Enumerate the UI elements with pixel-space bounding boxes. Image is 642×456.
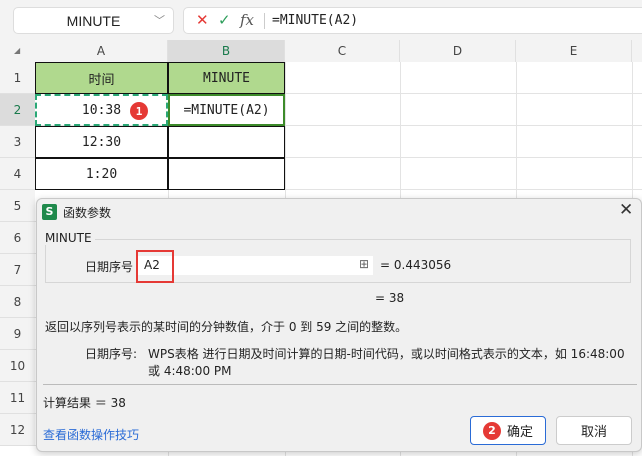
dialog-title: 函数参数 bbox=[63, 206, 112, 220]
cell-a2-value: 10:38 bbox=[81, 102, 122, 118]
column-header-a[interactable]: A bbox=[35, 40, 168, 62]
row-header-1[interactable]: 1 bbox=[0, 62, 35, 94]
cell-a1[interactable]: 时间 bbox=[35, 62, 168, 94]
calculation-result: 计算结果 ＝ 38 bbox=[43, 396, 126, 410]
row-header-12[interactable]: 12 bbox=[0, 414, 35, 446]
cell-a4[interactable]: 1:20 bbox=[35, 158, 168, 190]
cancel-button[interactable]: 取消 bbox=[556, 416, 632, 445]
cell-b4[interactable] bbox=[168, 158, 285, 190]
cell-a2[interactable]: 10:38 1 bbox=[35, 94, 168, 126]
cell-b2[interactable]: =MINUTE(A2) bbox=[168, 94, 285, 126]
step-badge-2: 2 bbox=[482, 421, 501, 440]
cell-a3[interactable]: 12:30 bbox=[35, 126, 168, 158]
column-header-bar: ◢ A B C D E bbox=[0, 40, 642, 62]
column-header-e[interactable]: E bbox=[516, 40, 632, 62]
row-header-9[interactable]: 9 bbox=[0, 318, 35, 350]
cell-b1[interactable]: MINUTE bbox=[168, 62, 285, 94]
row-header-3[interactable]: 3 bbox=[0, 126, 35, 158]
formula-result: = 38 bbox=[375, 291, 405, 305]
row-header-2[interactable]: 2 bbox=[0, 94, 35, 126]
select-all-icon[interactable]: ◢ bbox=[14, 46, 20, 55]
range-select-icon[interactable]: ⊞ bbox=[359, 257, 369, 271]
cancel-icon[interactable]: ✕ bbox=[196, 11, 209, 29]
divider bbox=[43, 384, 637, 385]
ok-label: 确定 bbox=[506, 425, 533, 440]
column-header-b[interactable]: B bbox=[168, 40, 285, 62]
confirm-icon[interactable]: ✓ bbox=[218, 11, 231, 29]
argument-result: = 0.443056 bbox=[380, 258, 452, 272]
function-arguments-dialog: S 函数参数 ✕ MINUTE 日期序号 A2 ⊞ = 0.443056 = 3… bbox=[36, 198, 642, 452]
wps-sheet-icon: S bbox=[42, 204, 57, 220]
row-header-11[interactable]: 11 bbox=[0, 382, 35, 414]
close-icon[interactable]: ✕ bbox=[619, 200, 633, 220]
column-header-c[interactable]: C bbox=[285, 40, 400, 62]
name-box-value: MINUTE bbox=[66, 12, 121, 29]
parameter-description-2: 或 4:48:00 PM bbox=[148, 364, 232, 378]
row-header-10[interactable]: 10 bbox=[0, 350, 35, 382]
row-header-4[interactable]: 4 bbox=[0, 158, 35, 190]
parameter-description: WPS表格 进行日期及时间计算的日期-时间代码，或以时间格式表示的文本，如 16… bbox=[148, 347, 625, 361]
highlight-box bbox=[136, 250, 174, 283]
argument-label: 日期序号 bbox=[85, 260, 134, 274]
row-header-6[interactable]: 6 bbox=[0, 222, 35, 254]
row-header-5[interactable]: 5 bbox=[0, 190, 35, 222]
row-header-8[interactable]: 8 bbox=[0, 286, 35, 318]
row-header-7[interactable]: 7 bbox=[0, 254, 35, 286]
cell-b3[interactable] bbox=[168, 126, 285, 158]
column-header-d[interactable]: D bbox=[400, 40, 516, 62]
help-link[interactable]: 查看函数操作技巧 bbox=[43, 426, 139, 443]
chevron-down-icon[interactable]: ﹀ bbox=[154, 12, 165, 28]
function-name: MINUTE bbox=[45, 231, 95, 245]
divider bbox=[264, 13, 265, 29]
fx-icon[interactable]: fx bbox=[240, 11, 254, 29]
formula-input[interactable]: =MINUTE(A2) bbox=[272, 13, 358, 28]
function-description: 返回以序列号表示的某时间的分钟数值，介于 0 到 59 之间的整数。 bbox=[45, 320, 408, 334]
ok-button[interactable]: 2 确定 bbox=[470, 416, 546, 445]
parameter-name: 日期序号: bbox=[85, 347, 138, 361]
formula-bar[interactable]: ✕ ✓ fx =MINUTE(A2) bbox=[183, 7, 642, 34]
name-box[interactable]: MINUTE ﹀ bbox=[13, 7, 174, 34]
step-badge-1: 1 bbox=[130, 102, 148, 120]
